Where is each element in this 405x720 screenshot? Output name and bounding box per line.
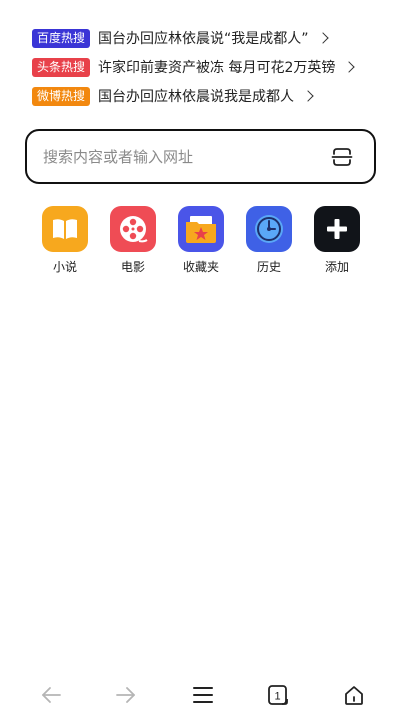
clock-icon xyxy=(246,206,292,252)
shortcut-label: 添加 xyxy=(324,260,349,274)
home-icon xyxy=(345,686,363,705)
bottom-nav-bar: 1 xyxy=(0,670,405,720)
folder-star-icon xyxy=(178,206,224,252)
shortcut-bookmarks[interactable]: 收藏夹 xyxy=(178,206,224,275)
shortcut-movie[interactable]: 电影 xyxy=(110,206,156,275)
book-icon xyxy=(42,206,88,252)
shortcut-label: 小说 xyxy=(52,260,77,274)
home-button[interactable] xyxy=(339,680,369,710)
search-input[interactable] xyxy=(41,146,330,167)
shortcut-novel[interactable]: 小说 xyxy=(42,206,88,275)
hot-search-baidu[interactable]: 百度热搜 国台办回应林依晨说“我是成都人” xyxy=(32,28,392,48)
arrow-left-icon xyxy=(42,687,61,703)
hot-search-text: 国台办回应林依晨说我是成都人 xyxy=(98,89,295,105)
scan-icon[interactable] xyxy=(330,145,354,169)
tabs-count: 1 xyxy=(274,691,280,703)
shortcut-label: 电影 xyxy=(120,260,145,274)
chevron-right-icon xyxy=(343,61,356,73)
shortcut-grid: 小说 电影 收藏夹 历史 添加 xyxy=(42,206,360,275)
shortcut-label: 收藏夹 xyxy=(182,260,219,274)
arrow-right-icon xyxy=(116,687,135,703)
hot-search-badge: 头条热搜 xyxy=(32,57,91,77)
search-box xyxy=(25,129,376,184)
plus-icon xyxy=(314,206,360,252)
shortcut-add[interactable]: 添加 xyxy=(314,206,360,275)
shortcut-label: 历史 xyxy=(256,260,281,274)
hot-search-text: 许家印前妻资产被冻 每月可花2万英镑 xyxy=(98,60,336,76)
chevron-right-icon xyxy=(302,90,314,102)
back-button[interactable] xyxy=(36,680,66,710)
tabs-icon: 1 xyxy=(268,685,288,705)
forward-button[interactable] xyxy=(111,680,141,710)
hot-search-list: 百度热搜 国台办回应林依晨说“我是成都人” 头条热搜 许家印前妻资产被冻 每月可… xyxy=(32,28,392,115)
hot-search-badge: 百度热搜 xyxy=(32,28,91,48)
film-reel-icon xyxy=(110,206,156,252)
menu-icon xyxy=(193,687,213,703)
tabs-button[interactable]: 1 xyxy=(263,680,293,710)
shortcut-history[interactable]: 历史 xyxy=(246,206,292,275)
hot-search-toutiao[interactable]: 头条热搜 许家印前妻资产被冻 每月可花2万英镑 xyxy=(32,57,392,77)
menu-button[interactable] xyxy=(188,680,218,710)
hot-search-weibo[interactable]: 微博热搜 国台办回应林依晨说我是成都人 xyxy=(32,86,392,106)
chevron-right-icon xyxy=(316,32,329,44)
hot-search-badge: 微博热搜 xyxy=(32,86,91,106)
hot-search-text: 国台办回应林依晨说“我是成都人” xyxy=(98,31,309,47)
